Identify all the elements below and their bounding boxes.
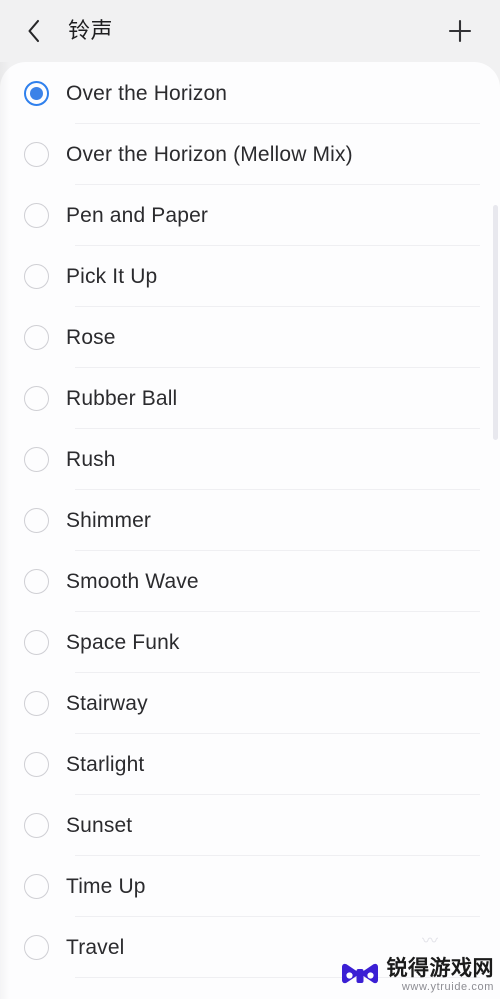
radio-dot — [30, 86, 43, 100]
ringtone-label: Travel — [66, 936, 125, 959]
radio-unselected-icon[interactable] — [24, 325, 49, 350]
radio-unselected-icon[interactable] — [24, 264, 49, 289]
ringtone-label: Pick It Up — [66, 265, 158, 288]
add-ringtone-button[interactable] — [438, 9, 482, 53]
radio-selected-icon[interactable] — [24, 80, 49, 106]
radio-unselected-icon[interactable] — [24, 386, 49, 411]
ringtone-list-card: Over the Horizon Over the Horizon (Mellow… — [0, 62, 500, 999]
ringtone-label: Stairway — [66, 692, 148, 715]
ringtone-label: Rose — [66, 326, 116, 349]
radio-unselected-icon[interactable] — [24, 813, 49, 838]
scrollbar-thumb[interactable] — [493, 205, 498, 440]
ringtone-row[interactable]: Space Funk — [0, 612, 500, 673]
ringtone-list[interactable]: Over the Horizon Over the Horizon (Mellow… — [0, 62, 500, 978]
radio-unselected-icon[interactable] — [24, 752, 49, 777]
chevron-left-icon — [24, 17, 44, 45]
ringtone-label: Over the Horizon (Mellow Mix) — [66, 143, 353, 166]
ringtone-label: Pen and Paper — [66, 204, 209, 227]
ringtone-row[interactable]: Rubber Ball — [0, 368, 500, 429]
radio-unselected-icon[interactable] — [24, 935, 49, 960]
radio-unselected-icon[interactable] — [24, 630, 49, 655]
ringtone-label: Smooth Wave — [66, 570, 199, 593]
ringtone-row[interactable]: Sunset — [0, 795, 500, 856]
radio-unselected-icon[interactable] — [24, 203, 49, 228]
radio-unselected-icon[interactable] — [24, 874, 49, 899]
plus-icon — [446, 17, 474, 45]
radio-unselected-icon[interactable] — [24, 691, 49, 716]
radio-unselected-icon[interactable] — [24, 142, 49, 167]
ringtone-label: Rubber Ball — [66, 387, 178, 410]
ringtone-row[interactable]: Starlight — [0, 734, 500, 795]
radio-unselected-icon[interactable] — [24, 447, 49, 472]
ringtone-row[interactable]: Rose — [0, 307, 500, 368]
radio-unselected-icon[interactable] — [24, 569, 49, 594]
app-header: 铃声 — [0, 0, 500, 62]
back-button[interactable] — [16, 11, 52, 51]
ringtone-label: Shimmer — [66, 509, 152, 532]
ringtone-label: Rush — [66, 448, 116, 471]
ringtone-label: Starlight — [66, 753, 145, 776]
ringtone-row[interactable]: Smooth Wave — [0, 551, 500, 612]
ringtone-label: Time Up — [66, 875, 146, 898]
ringtone-row[interactable]: Shimmer — [0, 490, 500, 551]
page-title: 铃声 — [68, 18, 114, 43]
ringtone-picker-screen: 铃声 Over the Horizon Over the Horizon (Mel… — [0, 0, 500, 999]
ringtone-row[interactable]: Stairway — [0, 673, 500, 734]
row-divider — [75, 977, 480, 978]
ringtone-label: Over the Horizon — [66, 81, 228, 105]
ringtone-row[interactable]: Over the Horizon — [0, 62, 500, 124]
ringtone-label: Sunset — [66, 814, 133, 837]
ringtone-row[interactable]: Rush — [0, 429, 500, 490]
ringtone-row[interactable]: Pick It Up — [0, 246, 500, 307]
radio-unselected-icon[interactable] — [24, 508, 49, 533]
ringtone-row[interactable]: Time Up — [0, 856, 500, 917]
scrollbar-track[interactable] — [493, 145, 498, 905]
ringtone-row[interactable]: Over the Horizon (Mellow Mix) — [0, 124, 500, 185]
ringtone-row[interactable]: Travel — [0, 917, 500, 978]
ringtone-label: Space Funk — [66, 631, 180, 654]
ringtone-row[interactable]: Pen and Paper — [0, 185, 500, 246]
